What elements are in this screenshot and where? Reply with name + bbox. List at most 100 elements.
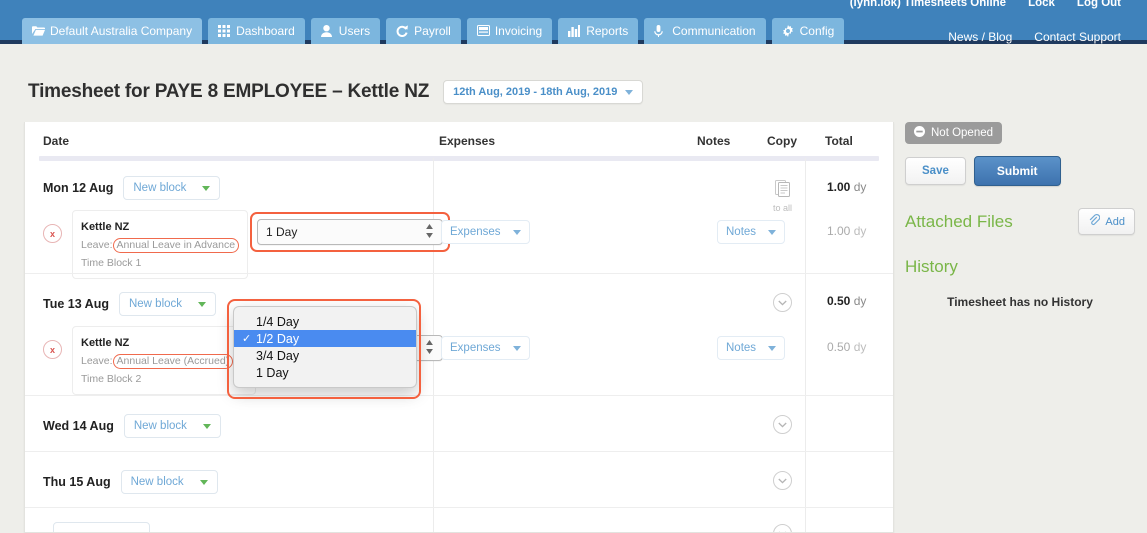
new-block-label: New block [128,298,183,310]
attached-files-section: Attached Files Add [905,208,1135,235]
add-attachment-button[interactable]: Add [1078,208,1135,235]
date-label: Tue 13 Aug [43,297,109,311]
chevron-down-icon [625,89,634,95]
new-block-button[interactable]: New block [118,292,217,316]
leave-type-select[interactable]: Annual Leave (Accrued) [112,354,234,369]
row-total-unit: dy [853,294,867,308]
secondary-utility-links: News / Blog Contact Support [948,30,1121,44]
column-header-notes: Notes [697,134,731,148]
table-row: Mon 12 Aug New block to all 1.00 dy x Ke… [25,158,893,279]
status-badge: Not Opened [905,122,1003,144]
new-block-button[interactable]: New block [123,414,221,438]
notes-button[interactable]: Notes [717,220,786,244]
nav-item-dashboard-label: Dashboard [236,23,295,38]
table-row: Wed 14 Aug New block [25,395,893,451]
chevron-down-icon [198,301,207,307]
date-label: Wed 14 Aug [43,419,114,433]
date-cell: Thu 15 Aug New block [43,470,218,494]
new-block-button[interactable]: New block [120,470,218,494]
new-block-button[interactable]: New block [123,176,221,200]
bar-chart-icon [568,24,581,37]
dropdown-option-three-quarter-day[interactable]: 3/4 Day [234,347,416,364]
nav-item-company-label: Default Australia Company [50,23,193,38]
nav-item-payroll-label: Payroll [414,23,451,38]
folder-icon [32,25,45,37]
nav-item-company[interactable]: Default Australia Company [22,18,203,44]
add-attachment-label: Add [1105,215,1125,228]
main-nav: Default Australia Company Dashboard User… [22,18,845,44]
timesheet-side-panel: Not Opened Save Submit Attached Files Ad… [905,122,1135,309]
dropdown-option-label: 1/2 Day [256,331,300,346]
dropdown-option-half-day[interactable]: ✓ 1/2 Day [234,330,416,347]
checkmark-icon: ✓ [242,333,252,345]
history-title: History [905,257,958,276]
new-block-button[interactable]: New block [53,522,151,532]
nav-item-invoicing[interactable]: Invoicing [466,18,553,44]
expenses-label: Expenses [450,226,501,238]
time-block-client: Kettle NZ [81,337,130,349]
column-header-date: Date [43,134,70,148]
save-button[interactable]: Save [905,157,966,185]
row-total-value: 1.00 [827,180,851,194]
timesheet-page: (lynn.lok) Timesheets Online Lock Log Ou… [0,0,1147,533]
nav-item-users[interactable]: Users [310,18,381,44]
expenses-button[interactable]: Expenses [441,220,530,244]
chevron-down-icon [768,345,777,351]
history-section: History [905,257,1135,277]
expenses-button[interactable]: Expenses [441,336,530,360]
nav-item-reports[interactable]: Reports [558,18,639,44]
copy-down-button[interactable] [773,293,792,312]
contact-support-link[interactable]: Contact Support [1034,30,1121,44]
chevron-down-circle-icon [773,415,792,434]
nav-item-communication[interactable]: Communication [644,18,766,44]
time-block-leave-line: Leave:Annual Leave (Accrued)No [81,354,247,369]
chevron-down-circle-icon [773,293,792,312]
leave-label: Leave: [81,355,113,367]
notes-button[interactable]: Notes [717,336,786,360]
dropdown-option-one-day[interactable]: 1 Day [234,364,416,381]
delete-block-button[interactable]: x [43,224,62,243]
leave-type-select[interactable]: Annual Leave in Advance [112,238,240,253]
nav-item-dashboard[interactable]: Dashboard [208,18,305,44]
time-block-leave-line: Leave: Annual Leave in Advance [81,238,240,253]
news-blog-link[interactable]: News / Blog [948,30,1012,44]
nav-item-config[interactable]: Config [771,18,845,44]
period-selector[interactable]: 12th Aug, 2019 - 18th Aug, 2019 [443,80,644,104]
duration-dropdown-menu[interactable]: 1/4 Day ✓ 1/2 Day 3/4 Day 1 Day [233,306,417,388]
chevron-down-icon [512,229,521,235]
block-total-unit: dy [853,224,867,238]
minus-circle-icon [914,126,925,140]
block-total-unit: dy [853,340,867,354]
lock-link[interactable]: Lock [1028,0,1055,9]
new-block-label: New block [130,476,184,488]
grid-icon [218,24,231,37]
log-out-link[interactable]: Log Out [1077,0,1121,9]
dropdown-option-quarter-day[interactable]: 1/4 Day [234,313,416,330]
nav-item-users-label: Users [338,23,371,38]
timesheet-table: Date Expenses Notes Copy Total Mon 12 Au… [24,122,894,533]
chevron-down-icon [202,185,211,191]
copy-to-all-button[interactable]: to all [773,180,792,213]
dropdown-option-label: 1 Day [256,365,289,380]
account-name-label: (lynn.lok) Timesheets Online [849,0,1007,9]
delete-block-button[interactable]: x [43,340,62,359]
attached-files-title: Attached Files [905,211,1013,231]
copy-document-icon [775,180,790,202]
time-block-details: Kettle NZ Leave:Annual Leave (Accrued)No… [72,326,256,395]
chevron-down-icon [512,345,521,351]
chevron-down-icon [199,479,208,485]
highlight-ring-duration [250,212,450,252]
copy-down-button[interactable] [773,471,792,490]
top-navigation-bar: (lynn.lok) Timesheets Online Lock Log Ou… [0,0,1147,44]
date-label: Mon 12 Aug [43,181,114,195]
dropdown-option-label: 1/4 Day [256,314,300,329]
block-total: 0.50 dy [827,340,866,354]
row-total: 0.50 dy [827,294,866,308]
submit-button[interactable]: Submit [973,156,1061,186]
new-block-label: New block [133,420,187,432]
date-cell: New block [43,522,151,532]
copy-down-button[interactable] [773,415,792,434]
table-row: Thu 15 Aug New block [25,451,893,507]
refresh-icon [396,24,409,37]
nav-item-payroll[interactable]: Payroll [386,18,461,44]
